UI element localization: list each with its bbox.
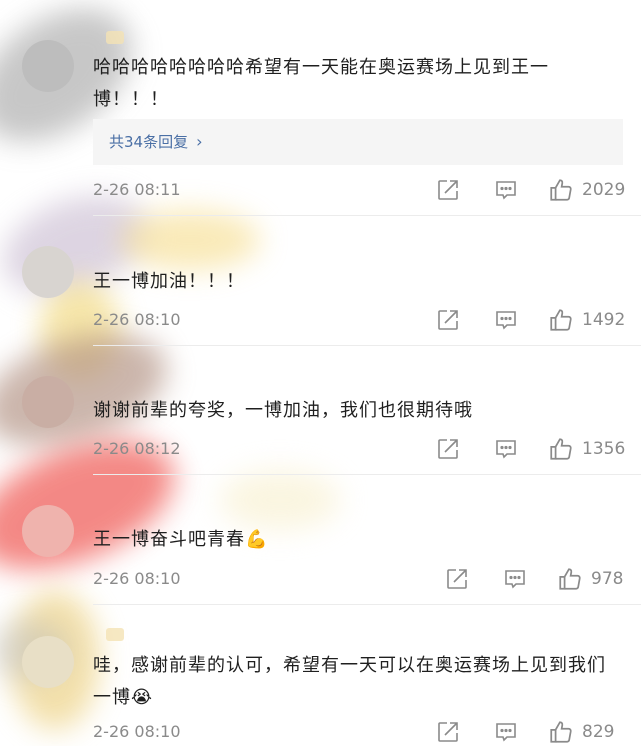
like-button[interactable]: 1356: [548, 436, 625, 462]
avatar[interactable]: [22, 376, 74, 428]
thumbs-up-icon: [550, 309, 572, 331]
comment-text: 哈哈哈哈哈哈哈哈希望有一天能在奥运赛场上见到王一博！！！: [93, 57, 549, 110]
comment-time: 2-26 08:10: [93, 722, 181, 741]
like-count: 1356: [582, 439, 626, 459]
share-button[interactable]: [436, 178, 460, 202]
comment-icon: [496, 440, 516, 459]
user-badge-icon: [105, 628, 124, 641]
like-count: 978: [591, 569, 624, 589]
comment-actions: 2029: [436, 176, 625, 204]
blur-overlay: [220, 470, 340, 530]
avatar[interactable]: [22, 246, 74, 298]
avatar[interactable]: [22, 505, 74, 557]
share-button[interactable]: [436, 308, 460, 332]
comment-icon: [496, 723, 516, 742]
comment-actions: 829: [436, 718, 614, 746]
comment-icon: [505, 570, 525, 589]
comment-actions: 1492: [436, 306, 625, 334]
comment-icon: [496, 181, 516, 200]
avatar[interactable]: [22, 636, 74, 688]
blur-overlay: [120, 210, 260, 270]
divider: [93, 215, 641, 216]
thumbs-up-icon: [550, 721, 572, 743]
share-button[interactable]: [436, 720, 460, 744]
like-button[interactable]: 978: [557, 566, 623, 592]
reply-count-link[interactable]: 共34条回复 ›: [93, 119, 623, 165]
share-icon: [447, 569, 467, 589]
user-badge-icon: [105, 31, 124, 44]
like-button[interactable]: 829: [548, 719, 614, 745]
comment-actions: 978: [445, 565, 623, 593]
username[interactable]: [93, 368, 98, 386]
like-count: 2029: [582, 180, 626, 200]
comment-actions: 1356: [436, 435, 625, 463]
divider: [93, 474, 641, 475]
reply-button[interactable]: [494, 437, 518, 461]
username[interactable]: [93, 28, 124, 46]
comment-text: 哇，感谢前辈的认可，希望有一天可以在奥运赛场上见到我们一博😭: [93, 655, 606, 708]
reply-button[interactable]: [503, 567, 527, 591]
share-icon: [438, 439, 458, 459]
comment-icon: [496, 311, 516, 330]
like-count: 1492: [582, 310, 626, 330]
thumbs-up-icon: [559, 568, 581, 590]
comment-text: 谢谢前辈的夸奖，一博加油，我们也很期待哦: [93, 400, 473, 421]
comment-time: 2-26 08:10: [93, 569, 181, 588]
chevron-right-icon: ›: [196, 132, 203, 151]
thumbs-up-icon: [550, 179, 572, 201]
comment-text: 王一博加油！！！: [93, 271, 245, 292]
share-button[interactable]: [436, 437, 460, 461]
divider: [93, 345, 641, 346]
reply-button[interactable]: [494, 178, 518, 202]
like-count: 829: [582, 722, 615, 742]
comment-time: 2-26 08:12: [93, 439, 181, 458]
comment-time: 2-26 08:10: [93, 310, 181, 329]
comment-time: 2-26 08:11: [93, 180, 181, 199]
username[interactable]: [93, 497, 98, 515]
divider: [93, 604, 641, 605]
avatar[interactable]: [22, 40, 74, 92]
comment-text: 王一博奋斗吧青春💪: [93, 529, 269, 550]
share-button[interactable]: [445, 567, 469, 591]
reply-button[interactable]: [494, 308, 518, 332]
share-icon: [438, 180, 458, 200]
like-button[interactable]: 2029: [548, 177, 625, 203]
thumbs-up-icon: [550, 438, 572, 460]
share-icon: [438, 722, 458, 742]
share-icon: [438, 310, 458, 330]
username[interactable]: [93, 625, 124, 643]
like-button[interactable]: 1492: [548, 307, 625, 333]
reply-button[interactable]: [494, 720, 518, 744]
